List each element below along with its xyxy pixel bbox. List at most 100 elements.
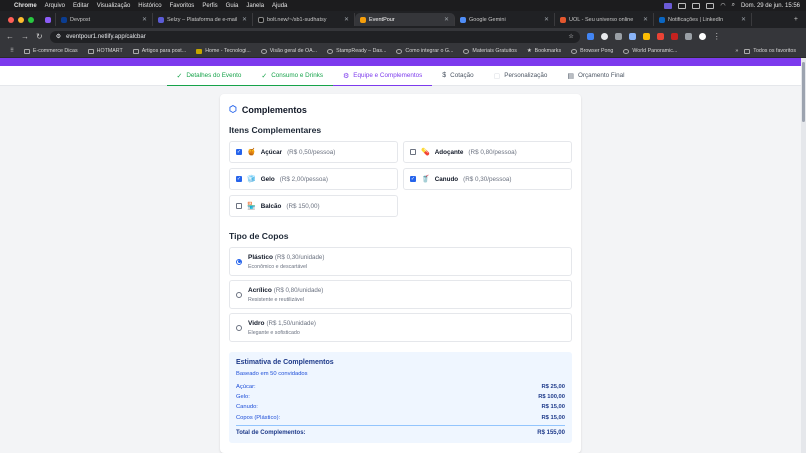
- radio-plastico[interactable]: [236, 258, 242, 265]
- tab-devpost[interactable]: Devpost ✕: [56, 13, 153, 26]
- item-adocante[interactable]: 💊 Adoçante (R$ 0,80/pessoa): [403, 141, 572, 163]
- bookmark-item[interactable]: World Panoramic...: [623, 48, 677, 54]
- bookmark-item[interactable]: Browser Pong: [571, 48, 613, 54]
- cup-option-vidro[interactable]: Vidro (R$ 1,50/unidade) Elegante e sofis…: [229, 313, 572, 342]
- extension-icon[interactable]: [670, 33, 678, 40]
- close-tab-icon[interactable]: ✕: [344, 16, 349, 23]
- bookmark-item[interactable]: Materiais Gratuitos: [463, 48, 517, 54]
- more-bookmarks-icon[interactable]: »: [735, 48, 738, 54]
- menu-visualizacao[interactable]: Visualização: [97, 3, 131, 9]
- menu-perfis[interactable]: Perfis: [202, 3, 217, 9]
- item-acucar[interactable]: ✓ 🍯 Açúcar (R$ 0,50/pessoa): [229, 141, 398, 163]
- cup-with-straw-icon: 🥤: [421, 176, 430, 183]
- browser-toolbar: ← → ↻ ⚙ eventpour1.netlify.app/calcbar ☆…: [0, 28, 806, 45]
- bookmark-item[interactable]: StampReady – Das...: [327, 48, 386, 54]
- menu-ajuda[interactable]: Ajuda: [272, 3, 287, 9]
- menu-chrome[interactable]: Chrome: [14, 3, 37, 9]
- extension-icon[interactable]: [628, 33, 636, 40]
- menu-editar[interactable]: Editar: [73, 3, 89, 9]
- step-consumo-drinks[interactable]: ✓ Consumo e Drinks: [251, 66, 333, 86]
- profile-avatar-icon[interactable]: [698, 33, 706, 40]
- kebab-menu-icon[interactable]: ⋮: [713, 32, 721, 41]
- close-tab-icon[interactable]: ✕: [444, 16, 449, 23]
- clock[interactable]: Dom. 29 de jun. 15:56: [741, 3, 800, 9]
- cup-option-plastico[interactable]: Plástico (R$ 0,30/unidade) Econômico e d…: [229, 247, 572, 276]
- favicon-icon: [61, 16, 67, 23]
- item-gelo[interactable]: ✓ 🧊 Gelo (R$ 2,00/pessoa): [229, 168, 398, 190]
- minimize-window-icon[interactable]: [18, 16, 24, 23]
- menu-historico[interactable]: Histórico: [138, 3, 161, 9]
- site-info-icon[interactable]: ⚙: [56, 33, 61, 40]
- favicon-icon: [360, 16, 366, 23]
- bookmark-item[interactable]: Home - Tecnologi...: [196, 48, 251, 54]
- reload-icon[interactable]: ↻: [36, 32, 43, 41]
- status-app-icon[interactable]: [692, 2, 701, 9]
- all-bookmarks-folder[interactable]: Todos os favoritos: [744, 48, 796, 54]
- forward-icon[interactable]: →: [21, 32, 29, 41]
- apps-grid-icon[interactable]: ⠿: [10, 48, 14, 54]
- close-tab-icon[interactable]: ✕: [544, 16, 549, 23]
- url-text[interactable]: eventpour1.netlify.app/calcbar: [66, 34, 563, 40]
- back-icon[interactable]: ←: [6, 32, 14, 41]
- menu-guia[interactable]: Guia: [226, 3, 239, 9]
- bookmark-item[interactable]: Visão geral de OA...: [260, 48, 317, 54]
- tab-group-icon[interactable]: [40, 13, 56, 26]
- menu-favoritos[interactable]: Favoritos: [170, 3, 195, 9]
- extension-icon[interactable]: [614, 33, 622, 40]
- cup-option-acrilico[interactable]: Acrílico (R$ 0,80/unidade) Resistente e …: [229, 280, 572, 309]
- item-balcao[interactable]: 🏪 Balcão (R$ 150,00): [229, 195, 398, 217]
- close-tab-icon[interactable]: ✕: [142, 16, 147, 23]
- status-app-icon[interactable]: [664, 2, 673, 9]
- tab-bolt[interactable]: bolt.new/~/sb1-sudhatsy ✕: [253, 13, 355, 26]
- scrollbar-thumb[interactable]: [802, 62, 805, 122]
- palette-icon: ▢: [493, 72, 501, 80]
- close-window-icon[interactable]: [8, 16, 14, 23]
- checkbox-balcao[interactable]: [236, 203, 242, 209]
- checkbox-gelo[interactable]: ✓: [236, 176, 242, 182]
- item-canudo[interactable]: ✓ 🥤 Canudo (R$ 0,30/pessoa): [403, 168, 572, 190]
- close-tab-icon[interactable]: ✕: [242, 16, 247, 23]
- step-orcamento-final[interactable]: ▤ Orçamento Final: [557, 66, 634, 86]
- extension-icon[interactable]: [642, 33, 650, 40]
- extension-icon[interactable]: [586, 33, 594, 40]
- macos-menubar: Chrome Arquivo Editar Visualização Histó…: [0, 0, 806, 11]
- check-icon: ✓: [261, 72, 268, 80]
- radio-vidro[interactable]: [236, 324, 242, 331]
- step-detalhes-evento[interactable]: ✓ Detalhes do Evento: [166, 66, 252, 86]
- checkbox-acucar[interactable]: ✓: [236, 149, 242, 155]
- step-equipe-complementos[interactable]: ⚙ Equipe e Complementos: [333, 66, 433, 86]
- radio-acrilico[interactable]: [236, 291, 242, 298]
- bookmark-item[interactable]: Artigos para post...: [132, 48, 186, 54]
- menu-arquivo[interactable]: Arquivo: [45, 3, 65, 9]
- step-personalizacao[interactable]: ▢ Personalização: [484, 66, 558, 86]
- status-app-icon[interactable]: [706, 2, 715, 9]
- bookmark-star-icon[interactable]: ☆: [568, 33, 573, 40]
- bookmark-item[interactable]: ★ Bookmarks: [527, 48, 561, 54]
- step-cotacao[interactable]: $ Cotação: [432, 66, 483, 86]
- wifi-icon[interactable]: ◠: [720, 2, 725, 9]
- bookmark-item[interactable]: E-commerce Dicas: [23, 48, 78, 54]
- close-tab-icon[interactable]: ✕: [643, 16, 648, 23]
- tab-eventpour[interactable]: EventPour ✕: [355, 13, 455, 26]
- close-tab-icon[interactable]: ✕: [741, 16, 746, 23]
- extension-icon[interactable]: [656, 33, 664, 40]
- checkbox-adocante[interactable]: [410, 149, 416, 155]
- tab-uol[interactable]: UOL - Seu universo online ✕: [555, 13, 654, 26]
- estimate-title: Estimativa de Complementos: [236, 359, 334, 366]
- menu-janela[interactable]: Janela: [246, 3, 264, 9]
- bookmark-item[interactable]: HOTMART: [87, 48, 123, 54]
- tab-gemini[interactable]: Google Gemini ✕: [455, 13, 555, 26]
- tab-linkedin[interactable]: Notificações | LinkedIn ✕: [654, 13, 752, 26]
- tab-selzy[interactable]: Selzy – Plataforma de e-mail ✕: [153, 13, 253, 26]
- honey-icon: 🍯: [247, 149, 256, 156]
- zoom-window-icon[interactable]: [28, 16, 34, 23]
- address-bar[interactable]: ⚙ eventpour1.netlify.app/calcbar ☆: [49, 30, 580, 43]
- search-icon[interactable]: ⌕: [732, 2, 735, 9]
- card-header: ⬡ Complementos: [229, 104, 572, 115]
- new-tab-icon[interactable]: +: [794, 16, 806, 23]
- extensions-puzzle-icon[interactable]: [684, 33, 692, 40]
- bookmark-item[interactable]: Como integrar o G...: [396, 48, 453, 54]
- checkbox-canudo[interactable]: ✓: [410, 176, 416, 182]
- extension-icon[interactable]: [600, 33, 608, 40]
- status-app-icon[interactable]: [678, 2, 687, 9]
